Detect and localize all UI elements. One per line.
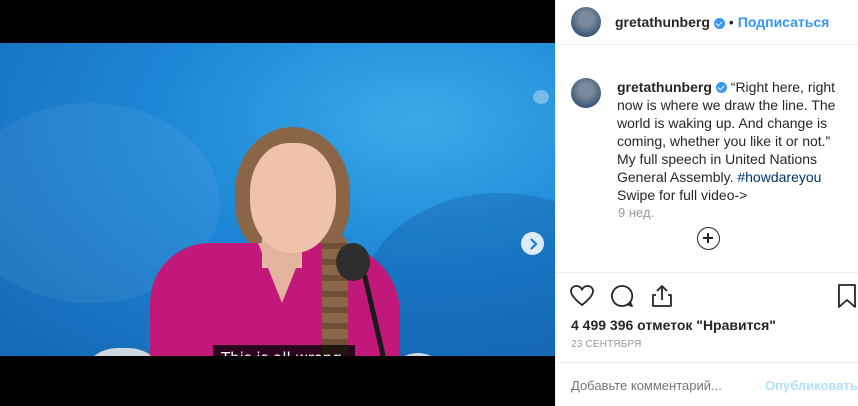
caption: gretathunberg “Right here, right now is … [571, 78, 837, 204]
post-panel: gretathunberg • Подписаться gretathunber… [555, 0, 858, 406]
post-header: gretathunberg • Подписаться [556, 0, 858, 45]
microphone [336, 243, 370, 281]
comment-bar: Опубликовать [556, 362, 858, 406]
load-more-comments-icon[interactable] [697, 227, 720, 250]
chevron-right-icon [529, 237, 538, 250]
caption-text: gretathunberg “Right here, right now is … [617, 78, 837, 204]
username[interactable]: gretathunberg [615, 14, 710, 30]
comment-icon[interactable] [609, 283, 635, 309]
heart-icon[interactable] [569, 283, 595, 309]
like-count[interactable]: 4 499 396 отметок "Нравится" [571, 317, 776, 333]
publish-button[interactable]: Опубликовать [765, 378, 858, 393]
bookmark-icon[interactable] [834, 283, 858, 309]
post-media: This is all wrong. [0, 0, 555, 406]
post-time[interactable]: 9 нед. [618, 205, 654, 220]
hashtag-link[interactable]: #howdareyou [737, 169, 821, 185]
carousel-indicator-icon [533, 90, 549, 104]
follow-button[interactable]: Подписаться [738, 14, 830, 30]
video-frame[interactable]: This is all wrong. [0, 43, 555, 356]
verified-icon [713, 17, 725, 29]
avatar[interactable] [571, 7, 601, 37]
separator: • [728, 14, 734, 30]
caption-tail: Swipe for full video-> [617, 187, 748, 203]
video-subtitle: This is all wrong. [213, 345, 355, 356]
verified-icon [715, 82, 727, 93]
speaker-face [250, 143, 336, 253]
comment-input[interactable] [571, 378, 756, 393]
action-bar [569, 283, 675, 309]
carousel-next-button[interactable] [521, 232, 544, 255]
avatar[interactable] [571, 78, 601, 108]
share-icon[interactable] [649, 283, 675, 309]
post-date: 23 СЕНТЯБРЯ [571, 339, 642, 350]
caption-username[interactable]: gretathunberg [617, 79, 712, 95]
